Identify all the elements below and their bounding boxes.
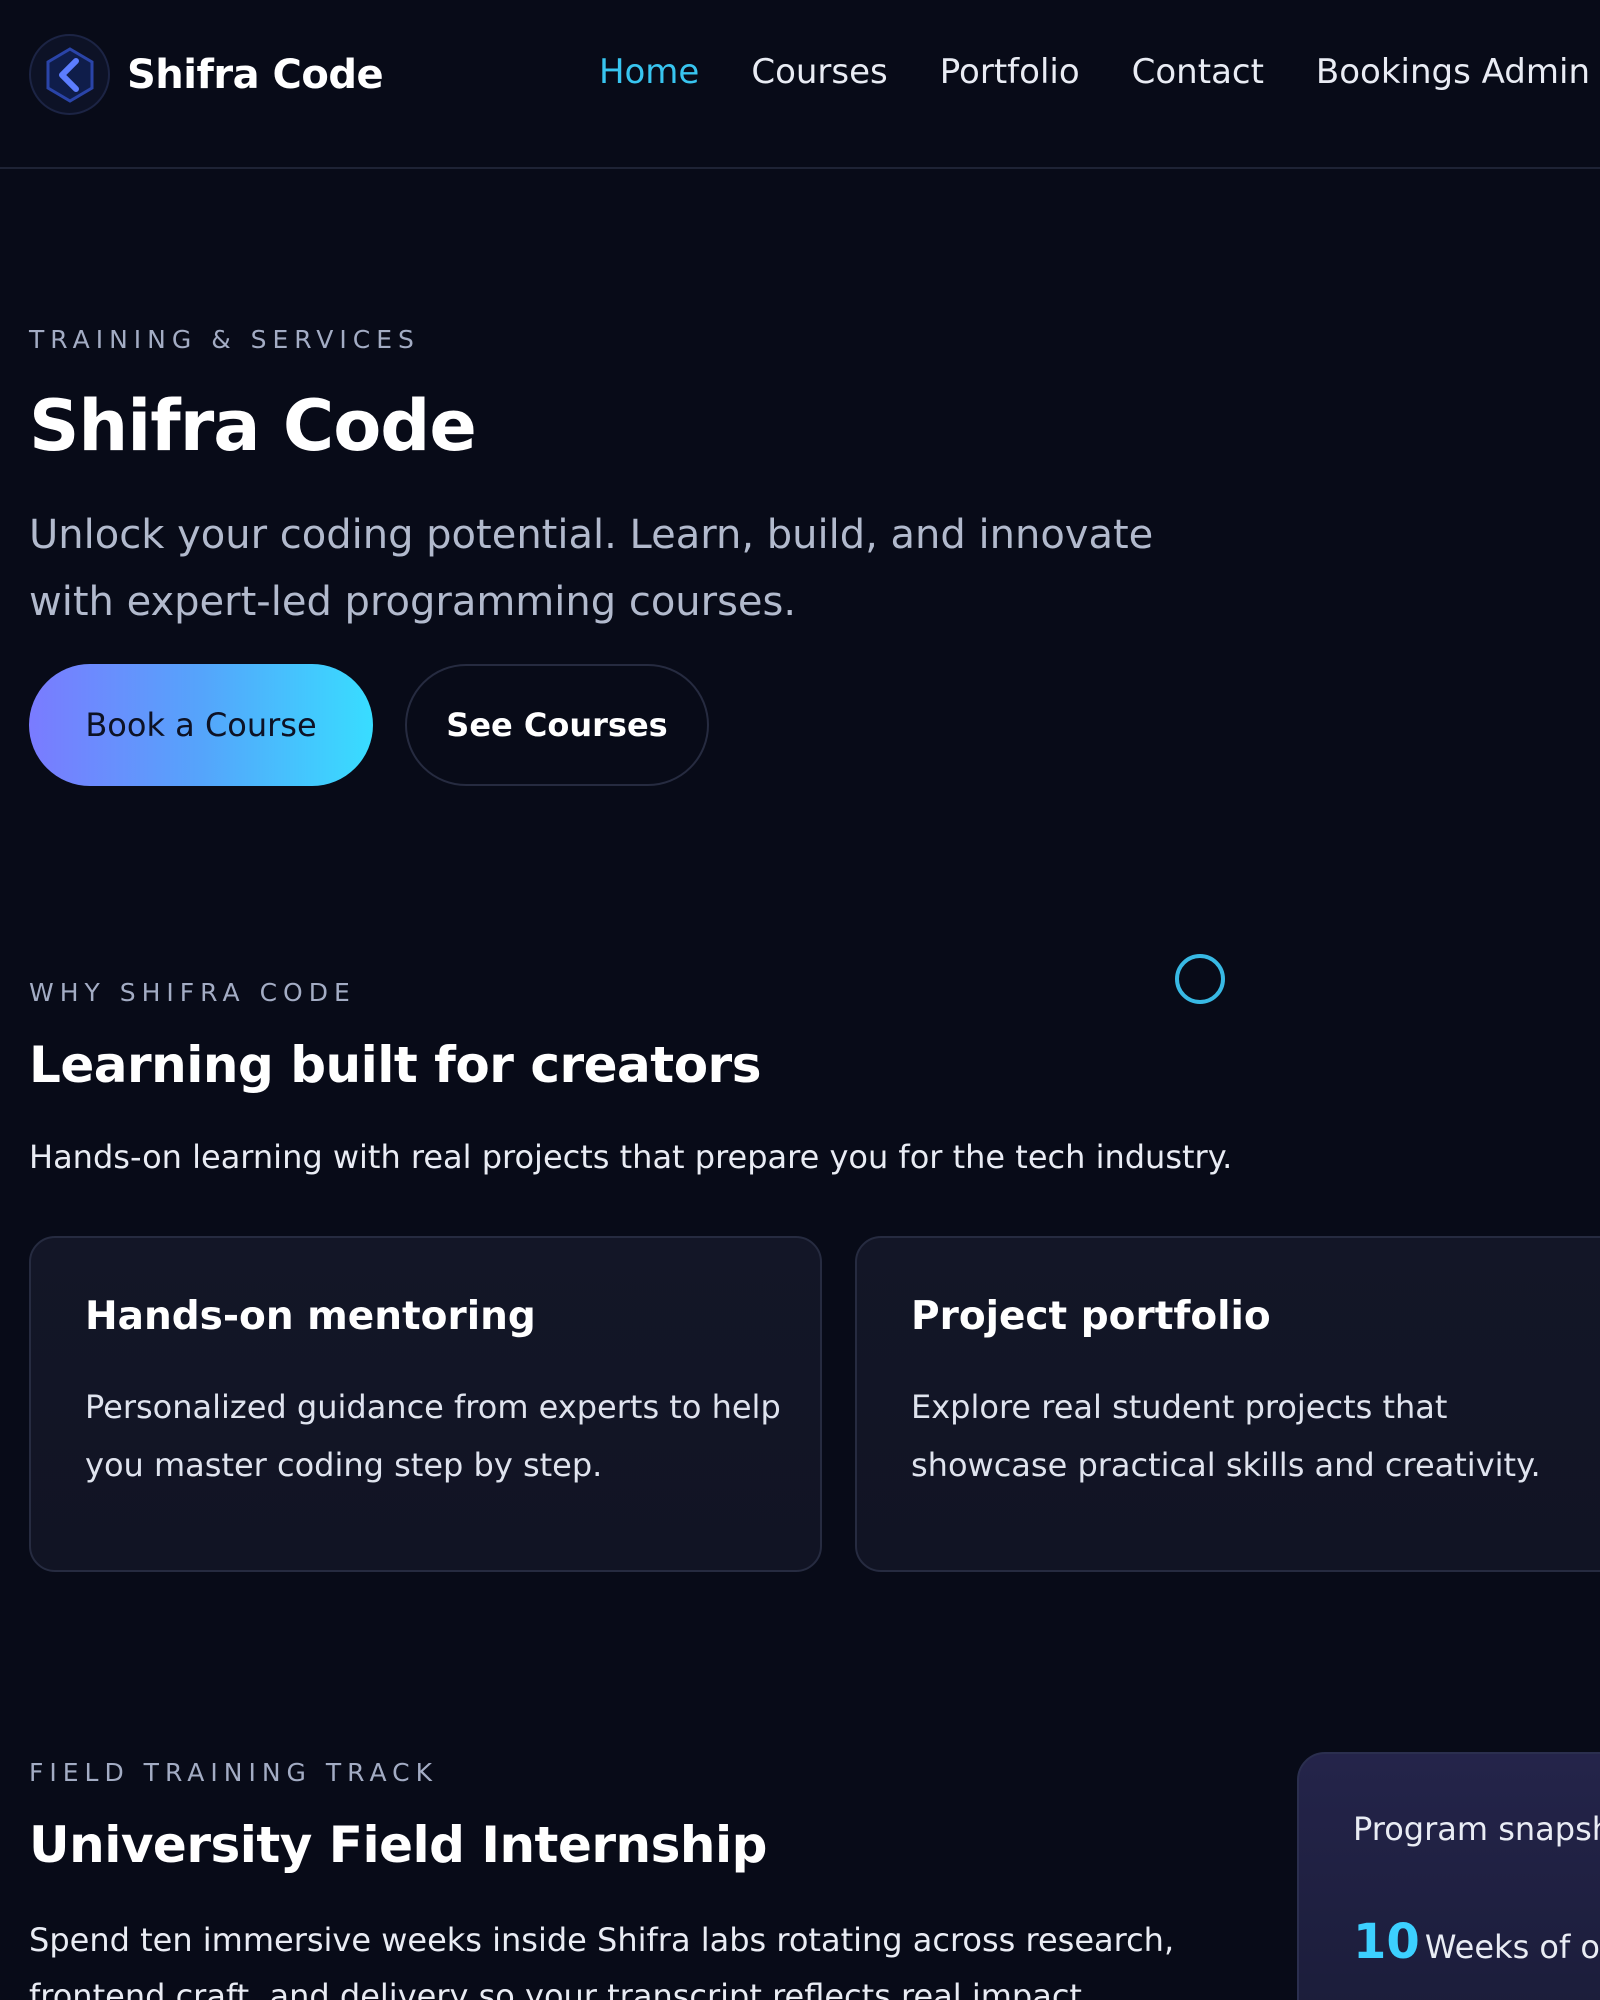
snapshot-stat-label: Weeks of o — [1424, 1928, 1600, 1966]
hero-subtitle: Unlock your coding potential. Learn, bui… — [29, 512, 1154, 625]
internship-title: University Field Internship — [29, 1816, 767, 1874]
snapshot-stat-value: 10 — [1353, 1914, 1420, 1970]
page: Shifra Code Home Courses Portfolio Conta… — [0, 0, 1600, 2000]
logo-icon[interactable] — [29, 34, 110, 115]
nav-link-bookings-admin[interactable]: Bookings Admin — [1316, 52, 1590, 92]
see-courses-button[interactable]: See Courses — [405, 664, 709, 786]
nav-link-contact[interactable]: Contact — [1132, 52, 1264, 92]
snapshot-label: Program snapsh — [1353, 1810, 1600, 1848]
card-body: Explore real student projects that showc… — [911, 1388, 1541, 1484]
why-eyebrow: WHY SHIFRA CODE — [29, 978, 356, 1007]
top-navbar: Shifra Code Home Courses Portfolio Conta… — [0, 0, 1600, 169]
brand-name[interactable]: Shifra Code — [127, 52, 384, 98]
feature-card-portfolio: Project portfolio Explore real student p… — [855, 1236, 1600, 1572]
program-snapshot-card: Program snapsh 10 Weeks of o — [1297, 1752, 1600, 2000]
chevron-left-badge-icon — [46, 46, 93, 103]
book-a-course-button[interactable]: Book a Course — [29, 664, 373, 786]
internship-eyebrow: FIELD TRAINING TRACK — [29, 1758, 439, 1787]
snapshot-stat: 10 Weeks of o — [1353, 1914, 1600, 1970]
ring-icon — [1175, 954, 1225, 1004]
nav-link-home[interactable]: Home — [599, 52, 699, 92]
card-title: Hands-on mentoring — [85, 1294, 536, 1339]
nav-links: Home Courses Portfolio Contact Bookings … — [599, 52, 1590, 92]
internship-description: Spend ten immersive weeks inside Shifra … — [29, 1921, 1175, 2000]
hero-eyebrow: TRAINING & SERVICES — [29, 325, 420, 354]
nav-link-portfolio[interactable]: Portfolio — [940, 52, 1080, 92]
hero-title: Shifra Code — [29, 385, 477, 467]
why-subtitle: Hands-on learning with real projects tha… — [29, 1138, 1233, 1176]
card-body: Personalized guidance from experts to he… — [85, 1388, 781, 1484]
card-title: Project portfolio — [911, 1294, 1271, 1339]
nav-link-courses[interactable]: Courses — [751, 52, 887, 92]
feature-card-mentoring: Hands-on mentoring Personalized guidance… — [29, 1236, 822, 1572]
why-title: Learning built for creators — [29, 1036, 761, 1094]
